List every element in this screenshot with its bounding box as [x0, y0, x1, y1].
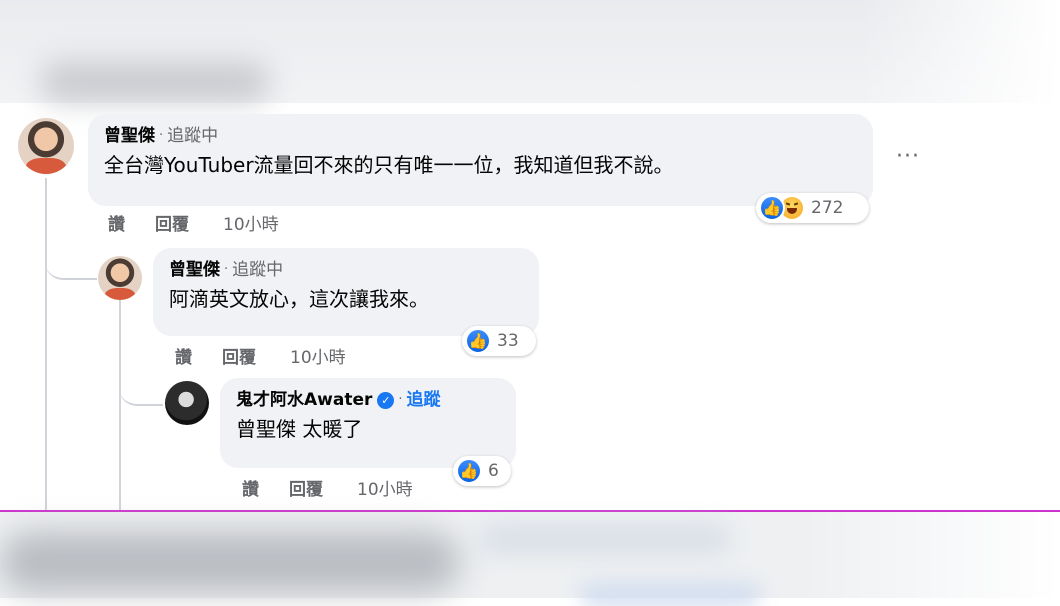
- blurred-content: [580, 584, 760, 606]
- comment-actions: 讚 回覆 10小時: [108, 210, 279, 235]
- reaction-count: 33: [497, 331, 519, 351]
- comment-actions: 讚 回覆 10小時: [242, 475, 413, 500]
- blurred-content: [40, 62, 270, 102]
- thread-connector-reply-1: [45, 238, 97, 280]
- timestamp[interactable]: 10小時: [357, 475, 413, 500]
- blurred-content: [480, 526, 730, 552]
- comment-header: 曾聖傑 · 追蹤中: [169, 258, 523, 282]
- follow-status[interactable]: 追蹤中: [232, 258, 283, 282]
- like-icon: 👍: [759, 195, 785, 221]
- like-icon: 👍: [456, 458, 482, 484]
- like-button[interactable]: 讚: [242, 475, 259, 500]
- reply-bubble: 鬼才阿水Awater ✓ · 追蹤 曾聖傑 太暖了: [220, 378, 516, 468]
- like-button[interactable]: 讚: [175, 343, 192, 368]
- avatar[interactable]: [98, 256, 142, 300]
- avatar[interactable]: [18, 118, 74, 174]
- reply-bubble: 曾聖傑 · 追蹤中 阿滴英文放心，這次讓我來。: [153, 248, 539, 336]
- fade-overlay: [800, 512, 1060, 598]
- reply-button[interactable]: 回覆: [155, 210, 189, 235]
- thread-connector-reply-2: [119, 370, 163, 406]
- comment-text: 曾聖傑 太暖了: [236, 417, 363, 441]
- reaction-summary[interactable]: 👍 6: [453, 456, 511, 486]
- verified-badge-icon: ✓: [377, 391, 395, 409]
- more-options-button[interactable]: ···: [893, 146, 923, 172]
- comment-actions: 讚 回覆 10小時: [175, 343, 346, 368]
- comment-text: 阿滴英文放心，這次讓我來。: [169, 287, 429, 311]
- blurred-footer-region: [0, 510, 1060, 606]
- reaction-summary[interactable]: 👍 272: [756, 193, 869, 223]
- avatar-shirt: [26, 158, 66, 174]
- author-name[interactable]: 曾聖傑: [169, 258, 220, 282]
- reaction-summary[interactable]: 👍 33: [462, 326, 536, 356]
- author-name[interactable]: 鬼才阿水Awater: [236, 388, 372, 412]
- haha-eye: [793, 202, 799, 206]
- blurred-header-region: [0, 0, 1060, 103]
- reaction-count: 272: [811, 198, 844, 218]
- like-icon: 👍: [465, 328, 491, 354]
- comment-header: 鬼才阿水Awater ✓ · 追蹤: [236, 388, 500, 412]
- follow-status[interactable]: 追蹤中: [167, 124, 218, 148]
- blurred-content: [0, 532, 460, 592]
- comment-bubble: 曾聖傑 · 追蹤中 全台灣YouTuber流量回不來的只有唯一一位，我知道但我不…: [88, 114, 873, 206]
- timestamp[interactable]: 10小時: [290, 343, 346, 368]
- reply-button[interactable]: 回覆: [222, 343, 256, 368]
- avatar-shirt: [104, 287, 136, 300]
- separator-dot: ·: [159, 128, 164, 143]
- separator-dot: ·: [224, 262, 229, 277]
- thread-line-main: [45, 178, 47, 510]
- comment-header: 曾聖傑 · 追蹤中: [104, 124, 857, 148]
- follow-button[interactable]: 追蹤: [407, 388, 441, 412]
- like-button[interactable]: 讚: [108, 210, 125, 235]
- reply-button[interactable]: 回覆: [289, 475, 323, 500]
- comment-text: 全台灣YouTuber流量回不來的只有唯一一位，我知道但我不說。: [104, 153, 674, 177]
- reaction-count: 6: [488, 461, 499, 481]
- avatar[interactable]: [165, 381, 209, 425]
- author-name[interactable]: 曾聖傑: [104, 124, 155, 148]
- thread-line-reply: [119, 300, 121, 510]
- separator-dot: ·: [398, 392, 403, 407]
- timestamp[interactable]: 10小時: [223, 210, 279, 235]
- fade-overlay: [860, 0, 1060, 103]
